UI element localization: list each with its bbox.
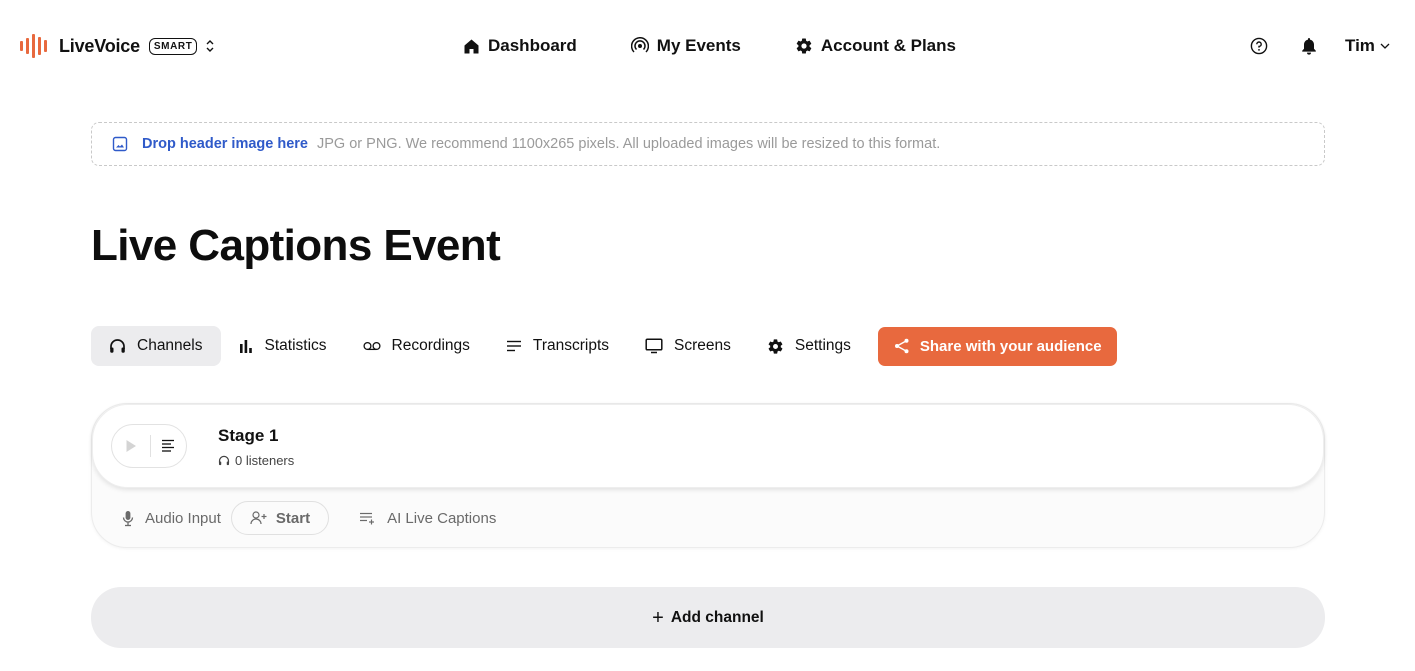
tab-settings-label: Settings — [794, 337, 851, 354]
share-icon — [894, 338, 920, 354]
header-image-dropzone[interactable]: Drop header image here JPG or PNG. We re… — [91, 122, 1325, 166]
help-icon[interactable] — [1250, 37, 1268, 55]
main-nav: Dashboard My Events Account & Plans — [463, 33, 956, 59]
add-user-icon — [250, 511, 276, 525]
add-channel-label: Add channel — [670, 608, 764, 626]
top-navigation: LiveVoice SMART Dashboard My Events Acco… — [0, 0, 1415, 92]
tab-screens[interactable]: Screens — [627, 326, 749, 366]
tab-screens-label: Screens — [674, 337, 731, 354]
brand[interactable]: LiveVoice SMART — [20, 32, 215, 60]
gear-icon — [767, 338, 795, 355]
home-icon — [463, 38, 488, 55]
bar-chart-icon — [239, 339, 265, 353]
add-channel-button[interactable]: + Add channel — [91, 587, 1325, 648]
channel-card: Stage 1 0 listeners Audio Input Start AI… — [91, 403, 1325, 548]
audio-input-label: Audio Input — [145, 509, 221, 527]
tab-channels[interactable]: Channels — [91, 326, 221, 366]
tab-settings[interactable]: Settings — [749, 326, 869, 366]
play-icon[interactable] — [112, 425, 150, 467]
start-button[interactable]: Start — [230, 501, 330, 535]
user-name: Tim — [1345, 36, 1375, 55]
voicemail-icon — [362, 341, 392, 351]
channel-header: Stage 1 0 listeners — [92, 404, 1324, 488]
event-tabs: Channels Statistics Recordings Transcrip… — [91, 326, 1117, 366]
listener-count: 0 listeners — [218, 453, 294, 468]
ai-live-captions[interactable]: AI Live Captions — [359, 510, 496, 527]
broadcast-icon — [630, 37, 657, 55]
tab-recordings[interactable]: Recordings — [345, 326, 488, 366]
nav-my-events[interactable]: My Events — [630, 36, 741, 56]
nav-my-events-label: My Events — [656, 36, 741, 55]
nav-utilities: Tim — [1250, 33, 1390, 59]
bell-icon[interactable] — [1301, 37, 1317, 55]
brand-name: LiveVoice — [59, 35, 140, 56]
dropzone-hint: JPG or PNG. We recommend 1100x265 pixels… — [317, 136, 941, 152]
headphones-icon — [218, 455, 235, 466]
monitor-icon — [645, 338, 674, 354]
start-button-label: Start — [275, 509, 311, 527]
page: LiveVoice SMART Dashboard My Events Acco… — [0, 0, 1415, 671]
plus-icon: + — [652, 606, 664, 629]
switch-chevrons-icon[interactable] — [205, 38, 215, 54]
transcript-lines-icon[interactable] — [150, 425, 186, 467]
channel-name: Stage 1 — [218, 426, 279, 445]
tab-transcripts-label: Transcripts — [532, 337, 609, 354]
tab-recordings-label: Recordings — [391, 337, 470, 354]
plan-badge: SMART — [148, 37, 198, 55]
tab-channels-label: Channels — [137, 337, 203, 354]
lines-icon — [506, 340, 533, 352]
channel-actions: Audio Input Start AI Live Captions — [122, 501, 496, 535]
tab-statistics[interactable]: Statistics — [221, 326, 345, 366]
channel-player-controls — [111, 424, 187, 468]
user-menu[interactable]: Tim — [1345, 36, 1390, 56]
tab-transcripts[interactable]: Transcripts — [488, 326, 627, 366]
nav-account-plans-label: Account & Plans — [820, 36, 956, 55]
dropzone-title: Drop header image here — [142, 136, 308, 152]
share-with-audience-button[interactable]: Share with your audience — [877, 326, 1117, 366]
chevron-down-icon — [1375, 42, 1390, 50]
page-title: Live Captions Event — [91, 221, 501, 270]
nav-account-plans[interactable]: Account & Plans — [795, 36, 956, 56]
tab-statistics-label: Statistics — [264, 337, 327, 354]
listener-count-label: 0 listeners — [235, 453, 295, 468]
image-icon — [112, 136, 128, 152]
share-button-label: Share with your audience — [919, 337, 1102, 355]
logo-bars-icon — [20, 34, 47, 58]
nav-dashboard-label: Dashboard — [488, 36, 577, 55]
ai-live-captions-label: AI Live Captions — [387, 509, 497, 527]
nav-dashboard[interactable]: Dashboard — [463, 36, 577, 56]
gear-icon — [795, 37, 821, 55]
audio-input: Audio Input — [122, 510, 221, 527]
add-lines-icon — [359, 512, 387, 525]
headphones-icon — [109, 338, 137, 354]
microphone-icon — [122, 510, 145, 527]
